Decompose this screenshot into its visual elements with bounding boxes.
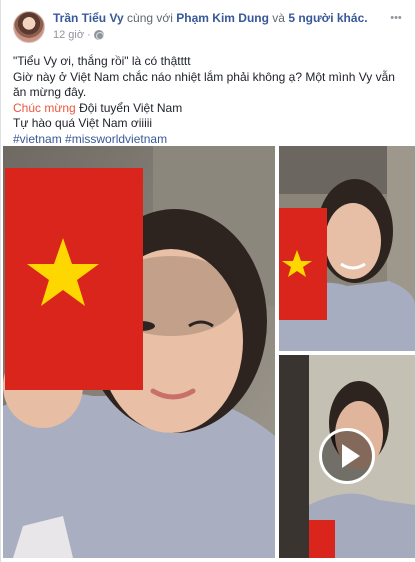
post-header: Trần Tiểu Vy cùng với Phạm Kim Dung và 5…	[53, 11, 368, 25]
post-time[interactable]: 12 giờ	[53, 29, 84, 41]
profile-avatar[interactable]	[13, 11, 45, 43]
post-meta: 12 giờ ·	[53, 29, 104, 41]
post-line-3: Chúc mừng Đội tuyển Việt Nam	[13, 101, 403, 117]
more-options-icon[interactable]: •••	[389, 13, 403, 24]
meta-separator: ·	[87, 29, 91, 41]
hashtags: #vietnam #missworldvietnam	[13, 132, 403, 148]
play-icon[interactable]	[319, 428, 375, 484]
others-link[interactable]: 5 người khác.	[288, 11, 367, 25]
post-line-4: Tự hào quá Việt Nam ơiiiii	[13, 116, 153, 130]
hashtag-vietnam[interactable]: #vietnam	[13, 132, 62, 146]
post-card: Trần Tiểu Vy cùng với Phạm Kim Dung và 5…	[0, 0, 416, 562]
tagged-person[interactable]: Phạm Kim Dung	[176, 11, 269, 25]
with-text: cùng với	[127, 11, 173, 25]
hashtag-missworldvietnam[interactable]: #missworldvietnam	[65, 132, 167, 146]
highlight-text[interactable]: Chúc mừng	[13, 101, 76, 115]
globe-icon[interactable]	[93, 30, 104, 40]
post-line-1: "Tiểu Vy ơi, thắng rồi" là có thậtttt	[13, 54, 191, 68]
post-text: "Tiểu Vy ơi, thắng rồi" là có thậtttt Gi…	[13, 54, 403, 147]
author-name[interactable]: Trần Tiểu Vy	[53, 11, 124, 25]
photo-top-right[interactable]	[279, 146, 415, 351]
photo-main[interactable]	[3, 146, 275, 558]
post-line-3-rest: Đội tuyển Việt Nam	[75, 100, 183, 115]
and-text: và	[272, 11, 285, 25]
post-line-2: Giờ này ở Việt Nam chắc náo nhiệt lắm ph…	[13, 69, 395, 100]
